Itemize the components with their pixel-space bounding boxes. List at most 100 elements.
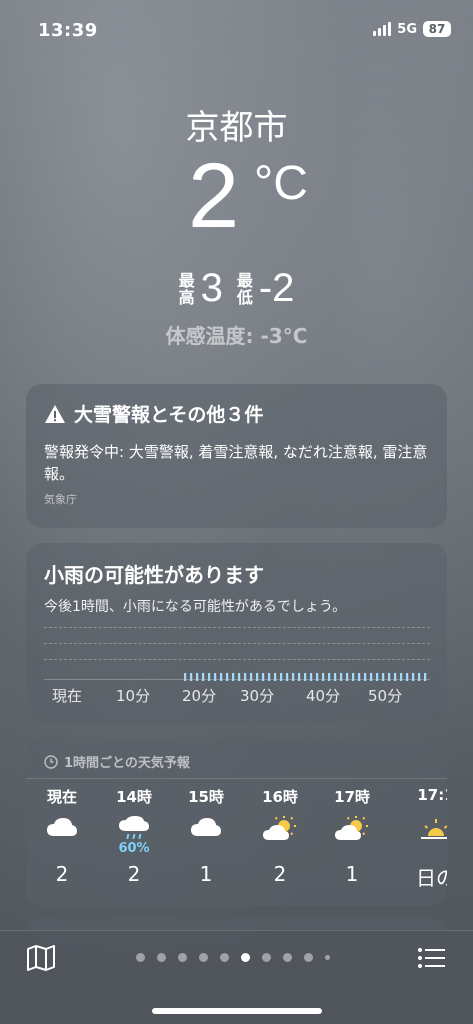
hourly-forecast-card[interactable]: 1時間ごとの天気予報 現在 2 14時 60% 2 15時 1 16時 2 17時 1 17:1 日の [26,738,447,906]
page-dot[interactable] [325,955,330,960]
hour-label: 15時 [188,788,224,806]
precip-subtitle: 今後1時間、小雨になる可能性があるでしょう。 [44,599,347,615]
rain-bar [292,673,295,681]
rain-bar [424,673,427,681]
hour-item: 17:1 日の [406,786,447,890]
precip-chart: 現在 10分 20分 30分 40分 50分 [44,627,430,717]
alert-title-row: 大雪警報とその他３件 [44,400,429,427]
status-bar: 13:39 5G 87 [0,0,473,60]
hour-label: 16時 [262,788,298,806]
rain-bar [310,673,313,681]
battery-indicator: 87 [423,21,451,37]
rain-bar [190,673,193,681]
page-dot[interactable] [178,953,187,962]
rain-bar [388,673,391,681]
precipitation-card[interactable]: 小雨の可能性があります 今後1時間、小雨になる可能性があるでしょう。 現在 10… [26,543,447,723]
alert-source: 気象庁 [44,493,77,506]
hour-item: 17時 1 [322,786,382,886]
map-icon[interactable] [26,945,56,971]
page-dot[interactable] [304,953,313,962]
rain-bar [226,673,229,681]
hour-temperature: 2 [127,862,141,886]
bottom-toolbar [0,930,473,1024]
city-name: 京都市 [185,108,288,148]
feels-like: 体感温度: -3°C [165,324,308,348]
rain-bar [412,673,415,681]
rain-bar [196,673,199,681]
hour-label: 14時 [116,788,152,806]
sunset-icon [406,816,447,856]
rain-bar [202,673,205,681]
hour-item: 現在 2 [32,786,92,886]
rain-bar [286,673,289,681]
hour-temperature: 2 [273,862,287,886]
hour-item: 14時 60% 2 [104,786,164,886]
rain-bar [352,673,355,681]
status-time: 13:39 [38,20,98,41]
hour-item: 15時 1 [176,786,236,886]
warning-icon [45,404,65,423]
rain-bar [220,673,223,681]
grid-line [44,627,430,628]
cloud-rain-icon: 60% [104,816,164,856]
hour-label: 17時 [334,788,370,806]
page-dot[interactable] [157,953,166,962]
high-low: 最 高 3 最 低 -2 [0,266,473,311]
tick-label: 現在 [52,687,83,705]
rain-bar [232,673,235,681]
divider [26,778,447,779]
hourly-heading: 1時間ごとの天気予報 [44,752,190,771]
rain-bar [394,673,397,681]
rain-bar [184,673,187,681]
rain-bar [316,673,319,681]
precip-title: 小雨の可能性があります [44,563,264,587]
status-indicators: 5G 87 [373,21,451,37]
page-dot[interactable] [220,953,229,962]
page-dot[interactable] [283,953,292,962]
rain-bar [298,673,301,681]
cloud-icon [32,816,92,856]
tick-label: 40分 [306,687,341,705]
low-label-char2: 低 [236,287,253,307]
partly-sunny-icon [250,816,310,856]
rain-bar [238,673,241,681]
rain-bar [340,673,343,681]
alert-title: 大雪警報とその他３件 [74,404,264,426]
page-dot[interactable] [241,953,250,962]
signal-icon [373,22,392,36]
low-label-char1: 最 [236,270,253,290]
low-temperature: -2 [258,266,295,310]
weather-alert-card[interactable]: 大雪警報とその他３件 警報発令中: 大雪警報, 着雪注意報, なだれ注意報, 雷… [26,384,447,528]
rain-bar [214,673,217,681]
cloud-icon [176,816,236,856]
hour-temperature: 1 [345,862,359,886]
low-group: 最 低 -2 [237,266,295,311]
temperature-unit: °C [254,157,308,210]
hour-item: 16時 2 [250,786,310,886]
rain-bar [370,673,373,681]
current-temperature: 2 [188,145,240,247]
rain-bar [382,673,385,681]
rain-bar [334,673,337,681]
tick-label: 10分 [116,687,151,705]
list-icon[interactable] [417,946,445,970]
rain-bar [376,673,379,681]
high-label-char1: 最 [178,270,195,290]
rain-bar [406,673,409,681]
high-group: 最 高 3 [179,266,223,311]
home-indicator[interactable] [152,1008,322,1014]
low-label: 最 低 [237,272,253,306]
rain-bar [400,673,403,681]
rain-bar [268,673,271,681]
tick-label: 50分 [368,687,403,705]
page-dot[interactable] [199,953,208,962]
page-indicator[interactable] [136,953,330,962]
page-dot[interactable] [136,953,145,962]
hour-temperature: 1 [199,862,213,886]
clock-icon [44,754,58,769]
page-dot[interactable] [262,953,271,962]
rain-bar [328,673,331,681]
rain-bar [418,673,421,681]
rain-bar [244,673,247,681]
rain-bar [322,673,325,681]
